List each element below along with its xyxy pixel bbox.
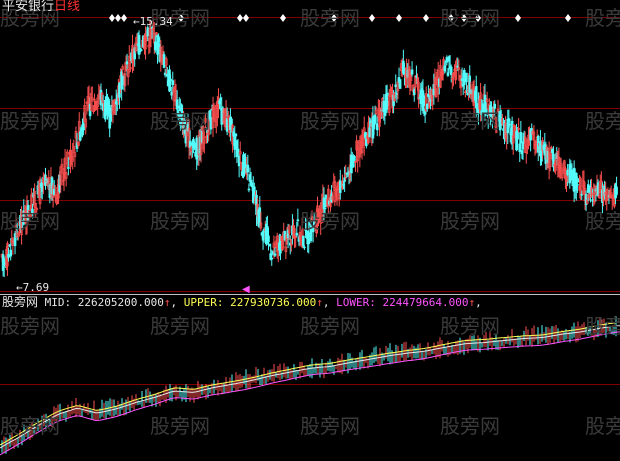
chart-title: 平安银行日线 bbox=[2, 0, 80, 14]
candle-body bbox=[67, 167, 70, 169]
candle-body bbox=[516, 131, 519, 140]
candle-body bbox=[373, 114, 377, 124]
watermark: 股旁网 bbox=[300, 414, 360, 438]
watermark: 股旁网 bbox=[585, 314, 620, 338]
watermark: 股旁网 bbox=[150, 314, 210, 338]
candle-body bbox=[394, 84, 398, 88]
low-price-label: 7.69 bbox=[22, 281, 50, 294]
candle-body bbox=[353, 156, 356, 162]
indicator-legend: 股旁网 MID: 226205200.000 ↑, UPPER: 22793073… bbox=[2, 295, 482, 310]
candle-body bbox=[171, 80, 175, 86]
candle-body bbox=[410, 69, 414, 75]
arrow-left-icon: ← bbox=[16, 281, 23, 294]
candle-body bbox=[446, 72, 450, 76]
indicator-name: 股旁网 bbox=[2, 295, 39, 309]
candle-body bbox=[273, 253, 277, 256]
watermark: 股旁网 bbox=[150, 414, 210, 438]
candle-body bbox=[234, 133, 238, 137]
candle-body bbox=[462, 70, 466, 86]
up-arrow-icon: ↑ bbox=[316, 296, 323, 309]
candle-body bbox=[125, 61, 129, 65]
candle-body bbox=[246, 164, 250, 173]
watermark: 股旁网 bbox=[0, 109, 60, 133]
watermark: 股旁网 bbox=[300, 209, 360, 233]
signal-diamond-icon bbox=[243, 14, 249, 22]
signal-diamond-icon bbox=[565, 14, 571, 22]
watermark: 股旁网 bbox=[300, 314, 360, 338]
watermark: 股旁网 bbox=[585, 414, 620, 438]
price-candles bbox=[0, 17, 618, 278]
candle-body bbox=[422, 95, 426, 106]
candle-body bbox=[9, 249, 13, 257]
signal-diamond-icon bbox=[515, 14, 521, 22]
candle-body bbox=[7, 253, 10, 258]
candle-body bbox=[398, 79, 402, 89]
watermark: 股旁网 bbox=[150, 209, 210, 233]
signal-diamond-icon bbox=[109, 14, 115, 22]
arrow-left-icon: ← bbox=[133, 15, 140, 28]
candle-body bbox=[82, 123, 85, 131]
candle-body bbox=[368, 127, 371, 138]
watermark: 股旁网 bbox=[0, 414, 60, 438]
candle-body bbox=[307, 232, 311, 245]
high-price-label: 15.34 bbox=[139, 15, 173, 28]
lower-label: LOWER: bbox=[336, 296, 376, 309]
candle-body bbox=[445, 57, 449, 63]
watermark: 股旁网 bbox=[585, 6, 620, 30]
candle-body bbox=[586, 184, 590, 193]
candle-body bbox=[267, 235, 270, 243]
low-price-annotation: ←7.69 bbox=[16, 281, 49, 295]
candle-body bbox=[303, 246, 306, 249]
watermark: 股旁网 bbox=[585, 109, 620, 133]
candle-body bbox=[519, 132, 523, 144]
candle-body bbox=[154, 41, 157, 51]
candle-body bbox=[576, 184, 579, 186]
watermark: 股旁网 bbox=[300, 6, 360, 30]
candle-body bbox=[508, 123, 512, 126]
candle-body bbox=[375, 123, 379, 131]
watermark: 股旁网 bbox=[0, 314, 60, 338]
signal-diamond-icon bbox=[121, 14, 127, 22]
candle-body bbox=[170, 91, 173, 96]
period-label: 日线 bbox=[54, 0, 81, 14]
candle-body bbox=[465, 72, 468, 83]
signal-diamond-icon bbox=[115, 14, 121, 22]
watermark: 股旁网 bbox=[440, 209, 500, 233]
candle-body bbox=[301, 235, 305, 247]
mid-label: MID: bbox=[44, 296, 72, 309]
stock-name: 平安银行 bbox=[2, 0, 55, 14]
watermark: 股旁网 bbox=[585, 209, 620, 233]
signal-diamond-icon bbox=[237, 14, 243, 22]
signal-diamond-icon bbox=[369, 14, 375, 22]
candle-body bbox=[169, 78, 172, 82]
separator: , bbox=[170, 296, 178, 309]
candle-body bbox=[615, 186, 618, 195]
watermark: 股旁网 bbox=[440, 414, 500, 438]
watermark: 股旁网 bbox=[440, 109, 500, 133]
candle-body bbox=[270, 257, 274, 260]
lower-value: 224479664.000 bbox=[382, 296, 469, 309]
candle-body bbox=[209, 116, 213, 130]
upper-label: UPPER: bbox=[183, 296, 224, 309]
watermark: 股旁网 bbox=[300, 109, 360, 133]
separator: , bbox=[475, 296, 482, 309]
candle-body bbox=[139, 49, 143, 51]
separator: , bbox=[322, 296, 330, 309]
signal-diamond-icon bbox=[280, 14, 286, 22]
watermark: 股旁网 bbox=[150, 109, 210, 133]
candle-body bbox=[247, 188, 251, 191]
signal-diamond-icon bbox=[423, 14, 429, 22]
watermark: 股旁网 bbox=[440, 314, 500, 338]
candle-body bbox=[230, 118, 233, 125]
candle-body bbox=[236, 148, 240, 153]
candle-body bbox=[295, 232, 299, 236]
mid-value: 226205200.000 bbox=[77, 296, 164, 309]
candle-body bbox=[162, 54, 166, 68]
high-price-annotation: ←15.34 bbox=[133, 15, 173, 29]
candle-body bbox=[296, 219, 300, 222]
signal-diamond-icon bbox=[396, 14, 402, 22]
watermark: 股旁网 bbox=[440, 6, 500, 30]
upper-value: 227930736.000 bbox=[230, 296, 317, 309]
watermark: 股旁网 bbox=[0, 209, 60, 233]
